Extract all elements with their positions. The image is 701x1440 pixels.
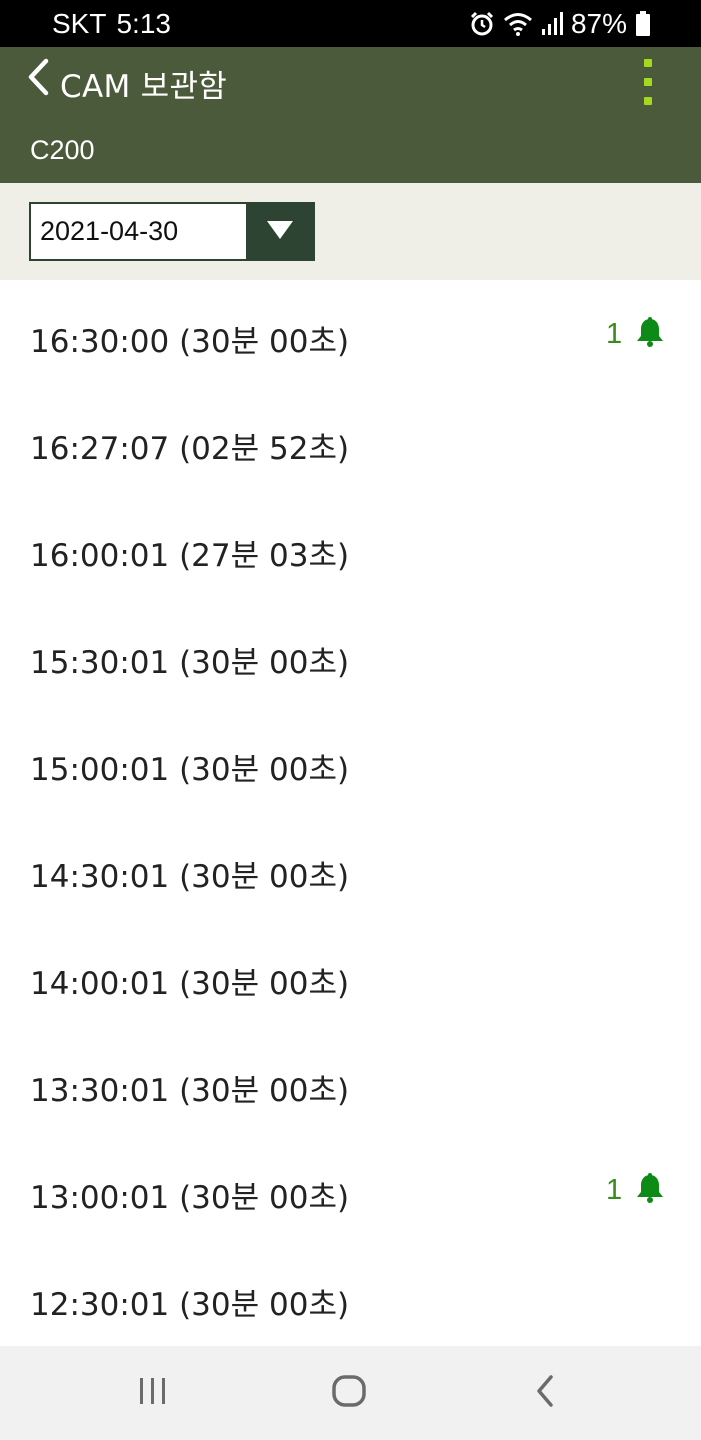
system-back-button[interactable] <box>520 1370 570 1416</box>
alert-indicator: 1 <box>606 316 666 352</box>
recording-label: 14:00:01 (30분 00초) <box>30 966 350 1002</box>
home-icon <box>331 1374 367 1412</box>
bell-icon <box>634 1172 666 1208</box>
recording-label: 16:30:00 (30분 00초) <box>30 324 350 360</box>
back-button[interactable] <box>18 58 58 100</box>
recording-item[interactable]: 13:00:01 (30분 00초) 1 <box>0 1136 701 1243</box>
triangle-down-icon <box>266 220 294 244</box>
kebab-dot <box>644 78 652 86</box>
recording-list[interactable]: 16:30:00 (30분 00초) 1 16:27:07 (02분 52초) … <box>0 280 701 1346</box>
recording-item[interactable]: 14:00:01 (30분 00초) <box>0 922 701 1029</box>
dropdown-toggle[interactable] <box>246 204 313 259</box>
device-name: C200 <box>30 135 95 165</box>
app-bar: CAM 보관함 C200 <box>0 47 701 183</box>
recording-item[interactable]: 14:30:01 (30분 00초) <box>0 815 701 922</box>
recording-item[interactable]: 16:27:07 (02분 52초) <box>0 387 701 494</box>
recording-label: 15:00:01 (30분 00초) <box>30 752 350 788</box>
kebab-menu-icon[interactable] <box>634 59 662 105</box>
alert-count: 1 <box>606 1173 623 1206</box>
date-value: 2021-04-30 <box>40 216 179 246</box>
recording-item[interactable]: 15:00:01 (30분 00초) <box>0 708 701 815</box>
recent-apps-icon <box>138 1376 168 1410</box>
home-button[interactable] <box>324 1370 374 1416</box>
signal-icon <box>541 11 563 36</box>
date-dropdown[interactable]: 2021-04-30 <box>29 202 315 261</box>
recording-item[interactable]: 15:30:01 (30분 00초) <box>0 601 701 708</box>
alert-indicator: 1 <box>606 1172 666 1208</box>
recording-label: 15:30:01 (30분 00초) <box>30 645 350 681</box>
status-left: SKT 5:13 <box>52 8 171 40</box>
recording-label: 13:30:01 (30분 00초) <box>30 1073 350 1109</box>
clock-label: 5:13 <box>116 7 171 39</box>
bell-icon <box>634 316 666 352</box>
system-nav-bar <box>0 1346 701 1440</box>
wifi-icon <box>503 11 533 37</box>
carrier-label: SKT <box>52 7 107 39</box>
recent-apps-button[interactable] <box>128 1370 178 1416</box>
recording-item[interactable]: 16:30:00 (30분 00초) 1 <box>0 280 701 387</box>
chevron-left-icon <box>26 58 50 100</box>
alarm-icon <box>469 11 495 37</box>
recording-label: 13:00:01 (30분 00초) <box>30 1180 350 1216</box>
recording-item[interactable]: 13:30:01 (30분 00초) <box>0 1029 701 1136</box>
battery-icon <box>635 10 651 37</box>
kebab-dot <box>644 97 652 105</box>
recording-label: 14:30:01 (30분 00초) <box>30 859 350 895</box>
status-bar: SKT 5:13 87% <box>0 0 701 47</box>
battery-percent: 87% <box>570 7 627 39</box>
kebab-dot <box>644 59 652 67</box>
page-title: CAM 보관함 <box>60 69 228 105</box>
date-filter-bar: 2021-04-30 <box>0 183 701 280</box>
recording-item[interactable]: 12:30:01 (30분 00초) <box>0 1243 701 1346</box>
recording-item[interactable]: 16:00:01 (27분 03초) <box>0 494 701 601</box>
recording-label: 16:27:07 (02분 52초) <box>30 431 350 467</box>
alert-count: 1 <box>606 317 623 350</box>
status-right: 87% <box>469 8 651 40</box>
recording-label: 12:30:01 (30분 00초) <box>30 1287 350 1323</box>
recording-label: 16:00:01 (27분 03초) <box>30 538 350 574</box>
back-icon <box>534 1374 556 1412</box>
